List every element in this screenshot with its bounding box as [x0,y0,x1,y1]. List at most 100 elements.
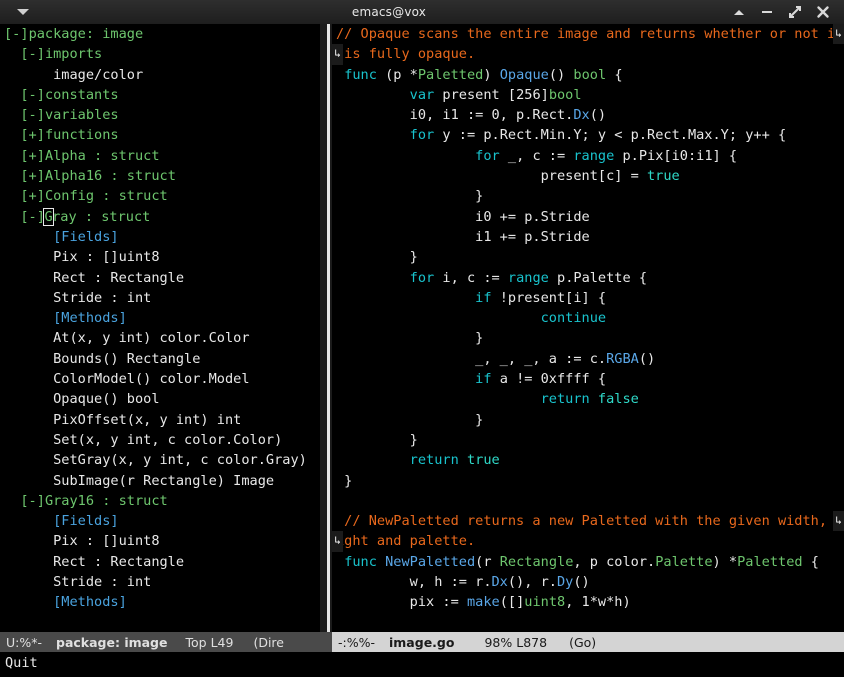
modeline-speedbar[interactable]: U:%*- package: image Top L49 (Dire [0,632,332,652]
tree-item-label[interactable]: [Methods] [53,310,127,326]
code-line[interactable]: continue [336,308,844,328]
tree-item-label[interactable]: SetGray(x, y int, c color.Gray) [53,452,307,468]
tree-item-label[interactable]: Set(x, y int, c color.Color) [53,432,282,448]
tree-item[interactable]: [-]package: image [4,24,320,44]
tree-item[interactable]: Stride : int [4,288,320,308]
expand-toggle-icon[interactable]: [+] [20,168,45,184]
close-button[interactable] [816,5,830,19]
source-pane[interactable]: // Opaque scans the entire image and ret… [332,24,844,632]
tree-item[interactable]: Rect : Rectangle [4,268,320,288]
window-menu-button[interactable] [0,9,46,15]
tree-item[interactable]: SetGray(x, y int, c color.Gray) [4,450,320,470]
tree-item-label[interactable]: Pix : []uint8 [53,533,159,549]
code-line[interactable]: _, _, _, a := c.RGBA() [336,349,844,369]
code-line[interactable]: if !present[i] { [336,288,844,308]
tree-item-label[interactable]: Gray16 : struct [45,493,168,509]
code-line[interactable]: // NewPaletted returns a new Paletted wi… [336,511,844,532]
tree-item[interactable]: [-]Gray : struct [4,207,320,227]
tree-item-label[interactable]: Rect : Rectangle [53,554,184,570]
code-line[interactable]: } [336,410,844,430]
tree-item-label[interactable]: Stride : int [53,290,151,306]
tree-item-label[interactable]: [Fields] [53,513,118,529]
pane-divider-bar[interactable] [327,24,330,632]
tree-item-label[interactable]: package: image [29,26,144,42]
code-line[interactable]: // Opaque scans the entire image and ret… [336,24,844,45]
tree-item-label[interactable]: imports [45,46,102,62]
tree-item[interactable]: Opaque() bool [4,389,320,409]
code-line[interactable]: w, h := r.Dx(), r.Dy() [336,572,844,592]
tree-item-label[interactable]: [Fields] [53,229,118,245]
code-line[interactable]: ight and palette. ↳ [332,531,844,552]
collapse-toggle-icon[interactable]: [-] [20,493,45,509]
tree-item-label[interactable]: Pix : []uint8 [53,249,159,265]
minibuffer[interactable]: Quit [0,652,844,677]
code-line[interactable]: var present [256]bool [336,85,844,105]
code-line[interactable]: if a != 0xffff { [336,369,844,389]
expand-toggle-icon[interactable]: [+] [20,148,45,164]
code-line[interactable]: } [336,430,844,450]
expand-toggle-icon[interactable]: [+] [20,188,45,204]
tree-item[interactable]: Stride : int [4,572,320,592]
tree-item[interactable]: [+]Alpha16 : struct [4,166,320,186]
collapse-toggle-icon[interactable]: [-] [4,26,29,42]
collapse-toggle-icon[interactable]: [-] [20,107,45,123]
code-line[interactable]: present[c] = true [336,166,844,186]
code-line[interactable]: is fully opaque. ↳ [332,44,844,65]
collapse-toggle-icon[interactable]: [-] [20,209,45,225]
collapse-toggle-icon[interactable]: [-] [20,46,45,62]
code-line[interactable]: pix := make([]uint8, 1*w*h) [336,592,844,612]
tree-item-label[interactable]: Stride : int [53,574,151,590]
tree-item-label[interactable]: Alpha : struct [45,148,160,164]
code-line[interactable]: for _, c := range p.Pix[i0:i1] { [336,146,844,166]
code-line[interactable]: i0, i1 := 0, p.Rect.Dx() [336,105,844,125]
tree-item[interactable]: At(x, y int) color.Color [4,328,320,348]
tree-item-label[interactable]: Alpha16 : struct [45,168,176,184]
tree-item-label[interactable]: constants [45,87,119,103]
code-line[interactable]: } [336,471,844,491]
minimize-button[interactable] [760,5,774,19]
tree-item[interactable]: Set(x, y int, c color.Color) [4,430,320,450]
expand-toggle-icon[interactable]: [+] [20,127,45,143]
tree-item-label[interactable]: functions [45,127,119,143]
tree-item-label[interactable]: SubImage(r Rectangle) Image [53,473,274,489]
tree-item-label[interactable]: variables [45,107,119,123]
tree-item[interactable]: PixOffset(x, y int) int [4,410,320,430]
tree-item-label[interactable]: Opaque() bool [53,391,159,407]
code-line[interactable]: return false [336,389,844,409]
tree-item-label[interactable]: PixOffset(x, y int) int [53,412,241,428]
tree-item[interactable]: Pix : []uint8 [4,247,320,267]
code-line[interactable]: func (p *Paletted) Opaque() bool { [336,65,844,85]
collapse-toggle-icon[interactable]: [-] [20,87,45,103]
tree-item[interactable]: image/color [4,65,320,85]
tree-item[interactable]: [Methods] [4,308,320,328]
tree-item[interactable]: [+]Config : struct [4,186,320,206]
tree-item[interactable]: [-]constants [4,85,320,105]
tree-item-label[interactable]: Bounds() Rectangle [53,351,200,367]
tree-item[interactable]: Rect : Rectangle [4,552,320,572]
tree-item[interactable]: ColorModel() color.Model [4,369,320,389]
maximize-button[interactable] [788,5,802,19]
tree-item-label[interactable]: At(x, y int) color.Color [53,330,249,346]
code-line[interactable]: for i, c := range p.Palette { [336,268,844,288]
tree-item-label[interactable]: Rect : Rectangle [53,270,184,286]
code-line[interactable]: func NewPaletted(r Rectangle, p color.Pa… [336,552,844,572]
tree-item-label[interactable]: [Methods] [53,594,127,610]
code-line[interactable]: } [336,186,844,206]
shade-button[interactable] [732,5,746,19]
go-source-code[interactable]: // Opaque scans the entire image and ret… [332,24,844,613]
speedbar-pane[interactable]: [-]package: image [-]imports image/color… [0,24,320,632]
tree-item[interactable]: Pix : []uint8 [4,531,320,551]
tree-item[interactable]: [+]functions [4,125,320,145]
tree-item-label[interactable]: Config : struct [45,188,168,204]
code-line[interactable]: i1 += p.Stride [336,227,844,247]
tree-item[interactable]: [+]Alpha : struct [4,146,320,166]
tree-item[interactable]: [-]variables [4,105,320,125]
tree-item[interactable]: Bounds() Rectangle [4,349,320,369]
code-line[interactable]: return true [336,450,844,470]
code-line[interactable]: } [336,328,844,348]
code-line[interactable] [336,491,844,511]
code-line[interactable]: } [336,247,844,267]
code-line[interactable]: for y := p.Rect.Min.Y; y < p.Rect.Max.Y;… [336,125,844,145]
tree-item[interactable]: [Fields] [4,511,320,531]
tree-item-label[interactable]: ColorModel() color.Model [53,371,249,387]
